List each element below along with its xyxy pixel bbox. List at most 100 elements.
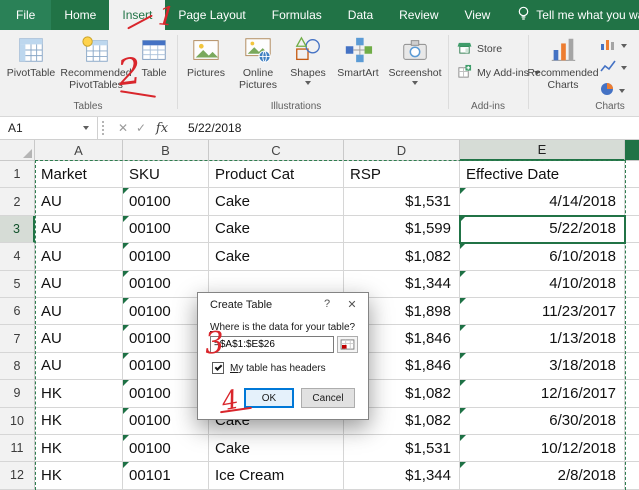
pictures-button[interactable]: Pictures — [181, 33, 231, 99]
cell-e10[interactable]: 6/30/2018 — [460, 408, 625, 435]
cell-a2[interactable]: AU — [35, 188, 123, 215]
online-pictures-button[interactable]: Online Pictures — [231, 33, 285, 99]
cell-d3[interactable]: $1,599 — [344, 216, 460, 243]
shapes-button[interactable]: Shapes — [285, 33, 331, 99]
dialog-help-icon[interactable]: ? — [320, 298, 334, 310]
cell-e6[interactable]: 11/23/2017 — [460, 298, 625, 325]
cell-f11[interactable] — [625, 435, 639, 462]
cell-c4[interactable]: Cake — [209, 243, 344, 270]
row-header[interactable]: 5 — [0, 271, 35, 298]
insert-column-chart-button[interactable] — [600, 38, 627, 54]
cell-c1[interactable]: Product Cat — [209, 161, 344, 188]
dialog-title-bar[interactable]: Create Table ? ✕ — [198, 293, 368, 317]
cell-e5[interactable]: 4/10/2018 — [460, 271, 625, 298]
enter-entry-button[interactable]: ✓ — [132, 121, 150, 135]
formula-bar-value[interactable]: 5/22/2018 — [188, 121, 241, 135]
tab-review[interactable]: Review — [386, 0, 451, 30]
row-header[interactable]: 7 — [0, 325, 35, 352]
tab-formulas[interactable]: Formulas — [259, 0, 335, 30]
row-header[interactable]: 4 — [0, 243, 35, 270]
cell-f3[interactable] — [625, 216, 639, 243]
cell-e8[interactable]: 3/18/2018 — [460, 353, 625, 380]
cell-f6[interactable] — [625, 298, 639, 325]
store-button[interactable]: Store — [457, 40, 502, 58]
cell-f4[interactable] — [625, 243, 639, 270]
insert-pie-chart-button[interactable] — [600, 82, 625, 99]
cell-a7[interactable]: AU — [35, 325, 123, 352]
cell-c2[interactable]: Cake — [209, 188, 344, 215]
cell-a1[interactable]: Market — [35, 161, 123, 188]
cell-f9[interactable] — [625, 380, 639, 407]
cancel-button[interactable]: Cancel — [301, 388, 355, 408]
cell-e7[interactable]: 1/13/2018 — [460, 325, 625, 352]
cell-a6[interactable]: AU — [35, 298, 123, 325]
row-header[interactable]: 9 — [0, 380, 35, 407]
cell-a3[interactable]: AU — [35, 216, 123, 243]
pivottable-button[interactable]: PivotTable — [4, 33, 58, 99]
cell-b3[interactable]: 00100 — [123, 216, 209, 243]
tab-data[interactable]: Data — [335, 0, 386, 30]
formula-bar-handle[interactable] — [102, 121, 108, 135]
cell-a4[interactable]: AU — [35, 243, 123, 270]
cell-e1[interactable]: Effective Date — [460, 161, 625, 188]
cell-b2[interactable]: 00100 — [123, 188, 209, 215]
screenshot-button[interactable]: Screenshot — [385, 33, 445, 99]
insert-line-chart-button[interactable] — [600, 60, 627, 76]
row-header[interactable]: 10 — [0, 408, 35, 435]
cell-c3[interactable]: Cake — [209, 216, 344, 243]
table-range-input[interactable] — [210, 336, 334, 353]
cell-c12[interactable]: Ice Cream — [209, 462, 344, 489]
cell-e11[interactable]: 10/12/2018 — [460, 435, 625, 462]
recommended-pivottables-button[interactable]: Recommended PivotTables — [58, 33, 134, 99]
tab-page-layout[interactable]: Page Layout — [165, 0, 258, 30]
row-header[interactable]: 2 — [0, 188, 35, 215]
insert-function-button[interactable]: fx — [150, 121, 174, 136]
column-header-b[interactable]: B — [123, 140, 209, 161]
cell-f5[interactable] — [625, 271, 639, 298]
row-header[interactable]: 12 — [0, 462, 35, 489]
row-header[interactable]: 8 — [0, 353, 35, 380]
cell-d2[interactable]: $1,531 — [344, 188, 460, 215]
range-picker-button[interactable] — [337, 336, 358, 353]
cell-a9[interactable]: HK — [35, 380, 123, 407]
cell-e12[interactable]: 2/8/2018 — [460, 462, 625, 489]
column-header-e[interactable]: E — [460, 140, 625, 161]
cell-f1[interactable] — [625, 161, 639, 188]
cell-f2[interactable] — [625, 188, 639, 215]
cancel-entry-button[interactable]: ✕ — [114, 121, 132, 135]
column-header-c[interactable]: C — [209, 140, 344, 161]
cell-d12[interactable]: $1,344 — [344, 462, 460, 489]
smartart-button[interactable]: SmartArt — [331, 33, 385, 99]
row-header[interactable]: 11 — [0, 435, 35, 462]
cell-a10[interactable]: HK — [35, 408, 123, 435]
cell-d1[interactable]: RSP — [344, 161, 460, 188]
headers-checkbox[interactable] — [212, 362, 224, 374]
cell-a12[interactable]: HK — [35, 462, 123, 489]
cell-e9[interactable]: 12/16/2017 — [460, 380, 625, 407]
cell-d11[interactable]: $1,531 — [344, 435, 460, 462]
cell-d4[interactable]: $1,082 — [344, 243, 460, 270]
tell-me-box[interactable]: Tell me what you want to do — [517, 0, 639, 30]
tab-view[interactable]: View — [452, 0, 504, 30]
cell-a8[interactable]: AU — [35, 353, 123, 380]
cell-e2[interactable]: 4/14/2018 — [460, 188, 625, 215]
ok-button[interactable]: OK — [244, 388, 294, 408]
column-header-d[interactable]: D — [344, 140, 460, 161]
cell-e4[interactable]: 6/10/2018 — [460, 243, 625, 270]
cell-b12[interactable]: 00101 — [123, 462, 209, 489]
row-header[interactable]: 1 — [0, 161, 35, 188]
cell-e3-active[interactable]: 5/22/2018 — [460, 216, 625, 243]
tab-insert[interactable]: Insert — [109, 0, 165, 30]
row-header[interactable]: 3 — [0, 216, 35, 243]
cell-b4[interactable]: 00100 — [123, 243, 209, 270]
column-header-a[interactable]: A — [35, 140, 123, 161]
tab-file[interactable]: File — [0, 0, 51, 30]
recommended-charts-button[interactable]: Recommended Charts — [531, 33, 595, 99]
row-header[interactable]: 6 — [0, 298, 35, 325]
cell-f10[interactable] — [625, 408, 639, 435]
dialog-close-icon[interactable]: ✕ — [344, 298, 360, 311]
cell-a5[interactable]: AU — [35, 271, 123, 298]
cell-b1[interactable]: SKU — [123, 161, 209, 188]
name-box[interactable]: A1 — [0, 117, 98, 140]
cell-f7[interactable] — [625, 325, 639, 352]
